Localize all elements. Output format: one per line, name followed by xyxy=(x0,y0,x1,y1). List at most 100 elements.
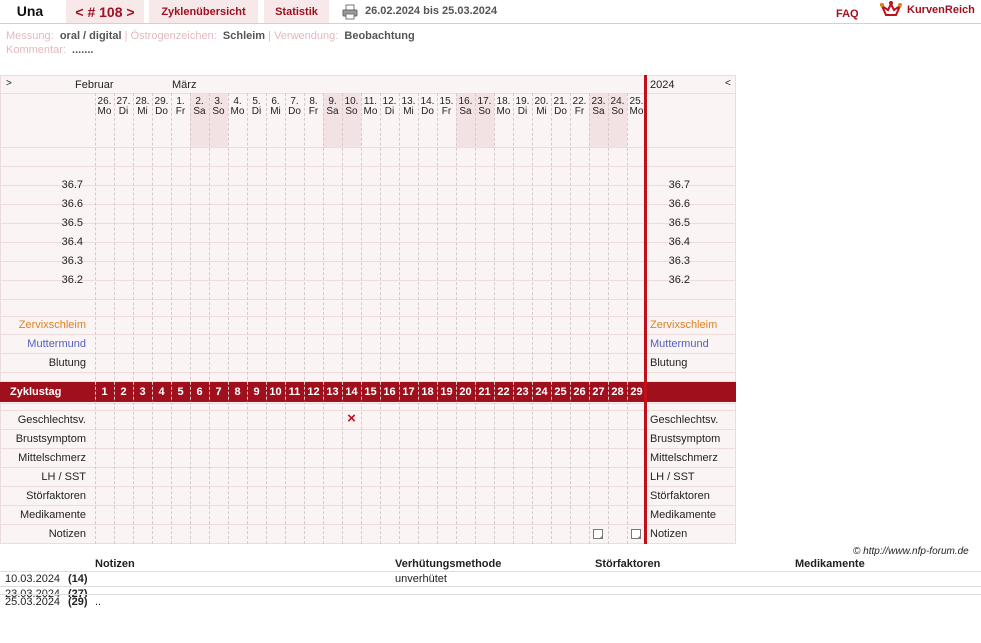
cycle-day-number: 15 xyxy=(364,386,377,398)
day-header-weekday: Do xyxy=(554,106,567,117)
grid-column-line xyxy=(608,93,609,544)
grid-column-line xyxy=(133,93,134,544)
cycle-day-number: 1 xyxy=(101,386,108,398)
day-header-weekday: Do xyxy=(288,106,301,117)
day-header-weekday: So xyxy=(212,106,225,117)
grid-line xyxy=(0,372,736,373)
cycle-day-number: 17 xyxy=(402,386,415,398)
nav-next-button[interactable]: < xyxy=(725,78,731,89)
row-label-right: Notizen xyxy=(650,528,688,540)
day-header-weekday: Mo xyxy=(97,106,112,117)
day-header-weekday: Fr xyxy=(441,106,452,117)
table-row: 25.03.2024 (29) .. xyxy=(5,596,102,608)
day-header-weekday: Mi xyxy=(137,106,148,117)
print-icon[interactable] xyxy=(342,4,358,20)
row-label-right: Mittelschmerz xyxy=(650,452,718,464)
grid-column-line xyxy=(418,93,419,544)
grid-column-line xyxy=(209,93,210,544)
grid-column-line xyxy=(190,93,191,544)
faq-link[interactable]: FAQ xyxy=(836,8,859,20)
kommentar-label: Kommentar: xyxy=(6,44,66,56)
cycle-day-number: 6 xyxy=(196,386,203,398)
cycle-day-number: 7 xyxy=(215,386,222,398)
verwendung-label: Verwendung: xyxy=(274,30,339,42)
note-icon[interactable] xyxy=(631,529,641,539)
cycle-day-number: 24 xyxy=(535,386,548,398)
meta-line: Messung: oral / digital | Östrogenzeiche… xyxy=(6,30,415,42)
temp-label-left: 36.7 xyxy=(61,179,83,191)
grid-column-line xyxy=(380,93,381,544)
day-header-weekday: Mi xyxy=(270,106,281,117)
copyright: © http://www.nfp-forum.de xyxy=(853,546,969,557)
temp-label-right: 36.6 xyxy=(668,198,690,210)
day-header-weekday: Mi xyxy=(403,106,414,117)
day-header-weekday: Sa xyxy=(193,106,206,117)
grid-line xyxy=(0,524,736,525)
day-header-weekday: So xyxy=(611,106,624,117)
note-icon[interactable] xyxy=(593,529,603,539)
grid-column-line xyxy=(456,93,457,544)
cycle-day-number: 11 xyxy=(288,386,301,398)
intercourse-mark[interactable]: × xyxy=(342,410,361,427)
grid-line xyxy=(0,147,736,148)
grid-column-line xyxy=(532,93,533,544)
user-name: Una xyxy=(16,3,44,19)
cycle-day-number: 27 xyxy=(592,386,605,398)
tab-zyklenuebersicht[interactable]: Zyklenübersicht xyxy=(149,0,258,23)
cycle-day-number: 22 xyxy=(497,386,510,398)
cycle-day-number: 12 xyxy=(307,386,320,398)
cycle-day-number: 2 xyxy=(120,386,127,398)
row-label-left: Medikamente xyxy=(19,509,86,521)
cycle-day-number: 26 xyxy=(573,386,586,398)
row-label-left: Brustsymptom xyxy=(15,433,86,445)
temp-label-right: 36.7 xyxy=(668,179,690,191)
temp-label-left: 36.4 xyxy=(61,236,83,248)
grid-column-line xyxy=(114,93,115,544)
grid-line xyxy=(0,280,736,281)
messung-value: oral / digital xyxy=(59,30,122,42)
temp-label-right: 36.4 xyxy=(668,236,690,248)
row-label-right: Brustsymptom xyxy=(650,433,721,445)
grid-column-line xyxy=(513,93,514,544)
temp-label-left: 36.3 xyxy=(61,255,83,267)
row-label-left: Notizen xyxy=(48,528,86,540)
cycle-day-number: 18 xyxy=(421,386,434,398)
grid-line xyxy=(0,410,736,411)
day-header-weekday: Di xyxy=(517,106,528,117)
grid-line xyxy=(0,204,736,205)
col-notizen: Notizen xyxy=(95,558,135,570)
row-label-right: Zervixschleim xyxy=(650,319,718,331)
day-header-weekday: Sa xyxy=(592,106,605,117)
grid-column-line xyxy=(551,93,552,544)
temp-label-right: 36.5 xyxy=(668,217,690,229)
temp-label-left: 36.6 xyxy=(61,198,83,210)
grid-line xyxy=(0,486,736,487)
crown-icon xyxy=(879,1,903,19)
kommentar-value: ....... xyxy=(72,44,94,56)
cycle-day-number: 21 xyxy=(478,386,491,398)
row-label-left: LH / SST xyxy=(41,471,86,483)
day-header-weekday: Fr xyxy=(308,106,319,117)
grid-line xyxy=(0,299,736,300)
tab-statistik[interactable]: Statistik xyxy=(264,0,329,23)
top-divider xyxy=(0,23,981,24)
day-header-weekday: Fr xyxy=(175,106,186,117)
temp-label-left: 36.2 xyxy=(61,274,83,286)
kurvenreich-logo[interactable]: KurvenReich xyxy=(879,1,975,19)
grid-line xyxy=(0,448,736,449)
day-header-weekday: Sa xyxy=(459,106,472,117)
cycle-day-number: 3 xyxy=(139,386,146,398)
cycle-day-number: 14 xyxy=(345,386,358,398)
row-label-right: Störfaktoren xyxy=(650,490,710,502)
day-header-weekday: Mi xyxy=(536,106,547,117)
row-label-right: LH / SST xyxy=(650,471,695,483)
cycle-day-number: 10 xyxy=(269,386,282,398)
date-range: 26.02.2024 bis 25.03.2024 xyxy=(365,5,498,17)
row-label-right: Muttermund xyxy=(650,338,709,350)
cycle-nav-button[interactable]: < # 108 > xyxy=(66,0,144,23)
col-medikamente: Medikamente xyxy=(795,558,865,570)
day-header-weekday: Fr xyxy=(574,106,585,117)
day-header-weekday: Mo xyxy=(230,106,245,117)
nav-prev-button[interactable]: > xyxy=(6,78,12,89)
grid-column-line xyxy=(627,93,628,544)
